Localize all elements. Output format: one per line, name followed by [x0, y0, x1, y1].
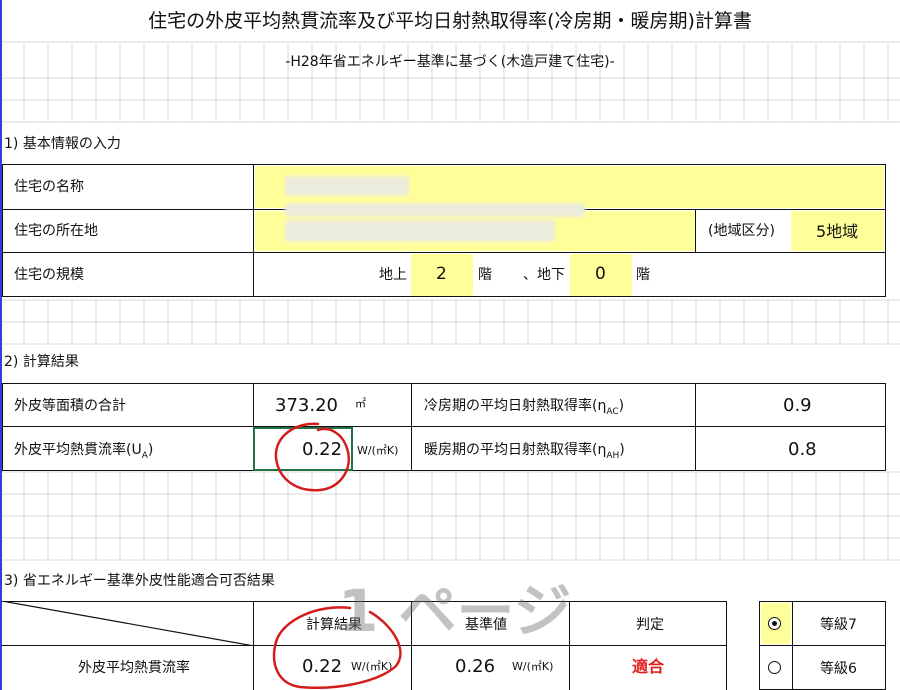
- annotation-circle-ua: [272, 422, 402, 689]
